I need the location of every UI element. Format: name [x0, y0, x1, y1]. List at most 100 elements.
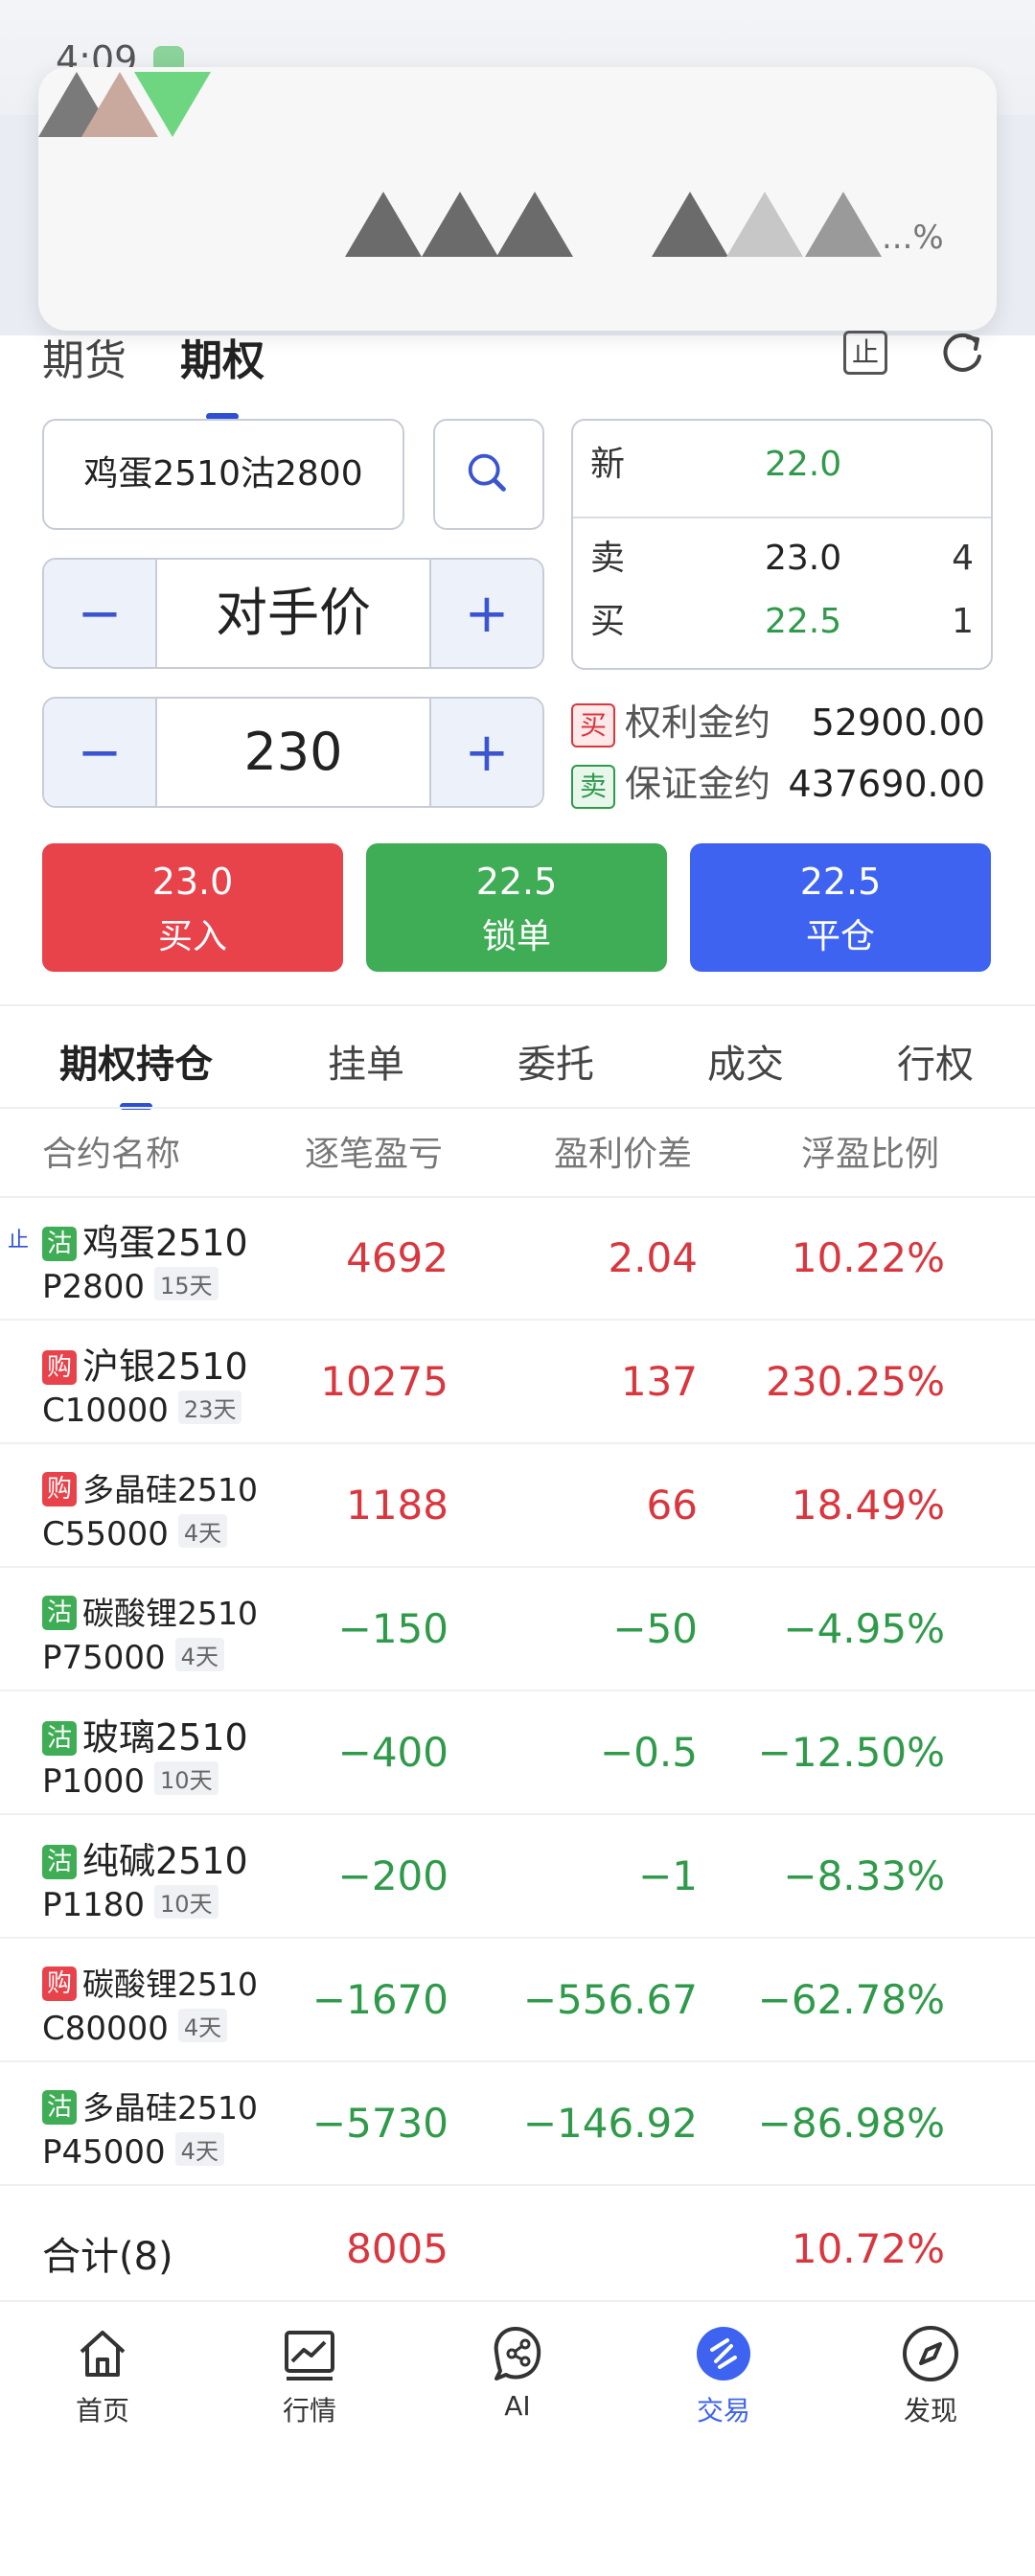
col-pnl[interactable]: 逐笔盈亏 [305, 1126, 443, 1176]
table-row[interactable]: 沽多晶硅2510 P45000 4天 −5730 −146.92 −86.98% [0, 2063, 1035, 2186]
position-strike: P2800 15天 [42, 1267, 218, 1306]
premium-label: 权利金约 [625, 702, 771, 744]
table-row[interactable]: 沽玻璃2510 P1000 10天 −400 −0.5 −12.50% [0, 1692, 1035, 1815]
position-ratio: −8.33% [783, 1852, 945, 1899]
position-strike: P1180 10天 [42, 1885, 218, 1924]
price-increase-button[interactable]: + [429, 560, 542, 667]
obscure-shape [134, 72, 211, 137]
refresh-icon[interactable] [937, 328, 987, 378]
days-to-expiry: 4天 [174, 1638, 224, 1671]
position-ratio: −62.78% [757, 1976, 945, 2023]
ask-label: 卖 [590, 539, 626, 578]
stop-order-button[interactable]: 止 [843, 331, 887, 375]
quantity-increase-button[interactable]: + [429, 699, 542, 806]
lock-button[interactable]: 22.5 锁单 [366, 843, 667, 972]
price-stepper: − 对手价 + [42, 558, 544, 669]
position-code: P1180 [42, 1886, 146, 1924]
position-spread: −50 [612, 1605, 698, 1652]
position-code: P2800 [42, 1268, 146, 1306]
search-icon [468, 453, 506, 492]
nav-market[interactable]: 行情 [252, 2323, 367, 2428]
tab-exercise[interactable]: 行权 [897, 1033, 974, 1089]
section-divider [0, 1004, 1035, 1006]
col-ratio[interactable]: 浮盈比例 [801, 1126, 939, 1176]
obscure-shape [726, 192, 803, 257]
tab-pending-orders[interactable]: 挂单 [328, 1033, 404, 1089]
option-type-badge: 购 [42, 1966, 77, 2001]
ask-price: 23.0 [765, 539, 842, 578]
position-name: 沽纯碱2510 [42, 1831, 248, 1884]
tab-option-positions[interactable]: 期权持仓 [59, 1033, 213, 1089]
tab-futures[interactable]: 期货 [42, 326, 126, 402]
position-name: 购多晶硅2510 [42, 1464, 258, 1510]
search-button[interactable] [433, 419, 544, 530]
col-spread[interactable]: 盈利价差 [554, 1126, 692, 1176]
obscure-shape [652, 192, 728, 257]
bid-label: 买 [590, 602, 626, 641]
quote-panel: 新 22.0 卖 23.0 4 买 22.5 1 [571, 419, 993, 670]
price-decrease-button[interactable]: − [44, 560, 157, 667]
position-tabs: 期权持仓 挂单 委托 成交 行权 [0, 1016, 1035, 1102]
days-to-expiry: 4天 [177, 2009, 228, 2042]
privacy-cover-overlay: ...% [38, 67, 997, 331]
bid-row[interactable]: 买 22.5 1 [590, 593, 974, 651]
nav-discover[interactable]: 发现 [873, 2323, 988, 2428]
nav-market-label: 行情 [282, 2395, 336, 2426]
price-mode-value[interactable]: 对手价 [157, 560, 429, 667]
days-to-expiry: 4天 [177, 1514, 228, 1548]
nav-discover-label: 发现 [903, 2395, 957, 2426]
buy-price: 23.0 [151, 861, 234, 903]
position-name: 购沪银2510 [42, 1337, 248, 1390]
position-ratio: −86.98% [757, 2100, 945, 2147]
margin-value: 437690.00 [788, 763, 986, 805]
quantity-input[interactable]: 230 [157, 699, 429, 806]
table-row[interactable]: 购多晶硅2510 C55000 4天 1188 66 18.49% [0, 1445, 1035, 1568]
position-spread: −556.67 [522, 1976, 698, 2023]
tab-options[interactable]: 期权 [180, 326, 264, 402]
position-spread: −1 [638, 1852, 698, 1899]
position-code: C80000 [42, 2010, 169, 2048]
nav-trade[interactable]: 交易 [666, 2323, 781, 2428]
position-code: C10000 [42, 1392, 169, 1430]
days-to-expiry: 4天 [174, 2132, 224, 2166]
quantity-stepper: − 230 + [42, 697, 544, 808]
table-row[interactable]: 购碳酸锂2510 C80000 4天 −1670 −556.67 −62.78% [0, 1940, 1035, 2062]
option-type-badge: 沽 [42, 1721, 77, 1756]
position-code: P75000 [42, 1639, 166, 1677]
position-pnl: −400 [337, 1729, 448, 1776]
buy-label: 买入 [157, 917, 227, 956]
table-row[interactable]: 沽纯碱2510 P1180 10天 −200 −1 −8.33% [0, 1816, 1035, 1939]
quote-divider [573, 517, 991, 518]
buy-tag: 买 [571, 702, 615, 748]
close-position-button[interactable]: 22.5 平仓 [690, 843, 991, 972]
position-name: 沽鸡蛋2510 [42, 1213, 248, 1266]
last-price-label: 新 [590, 445, 626, 484]
ask-row[interactable]: 卖 23.0 4 [590, 530, 974, 587]
nav-home[interactable]: 首页 [45, 2323, 160, 2428]
option-type-badge: 购 [42, 1350, 77, 1385]
total-pnl: 8005 [346, 2225, 448, 2272]
position-pnl: 1188 [346, 1482, 448, 1529]
option-type-badge: 沽 [42, 1845, 77, 1879]
position-contract: 鸡蛋2510 [82, 1222, 248, 1264]
option-type-badge: 购 [42, 1472, 77, 1506]
buy-open-button[interactable]: 23.0 买入 [42, 843, 343, 972]
sell-tag: 卖 [571, 764, 615, 809]
position-strike: P45000 4天 [42, 2132, 224, 2172]
contract-selector[interactable]: 鸡蛋2510沽2800 [42, 419, 404, 530]
table-row[interactable]: 止沽鸡蛋2510 P2800 15天 4692 2.04 10.22% [0, 1198, 1035, 1321]
position-ratio: 230.25% [766, 1358, 945, 1405]
table-row[interactable]: 购沪银2510 C10000 23天 10275 137 230.25% [0, 1322, 1035, 1444]
tab-orders[interactable]: 委托 [518, 1033, 594, 1089]
tab-trades[interactable]: 成交 [707, 1033, 784, 1089]
position-ratio: −12.50% [757, 1729, 945, 1776]
quantity-decrease-button[interactable]: − [44, 699, 157, 806]
table-row[interactable]: 沽碳酸锂2510 P75000 4天 −150 −50 −4.95% [0, 1569, 1035, 1691]
nav-trade-label: 交易 [696, 2395, 750, 2426]
margin-row: 卖保证金约 437690.00 [571, 755, 993, 813]
position-pnl: −200 [337, 1852, 448, 1899]
nav-ai[interactable]: AI [460, 2323, 575, 2422]
col-contract-name[interactable]: 合约名称 [42, 1126, 180, 1176]
option-type-badge: 沽 [42, 2090, 77, 2125]
ai-icon [494, 2327, 541, 2380]
